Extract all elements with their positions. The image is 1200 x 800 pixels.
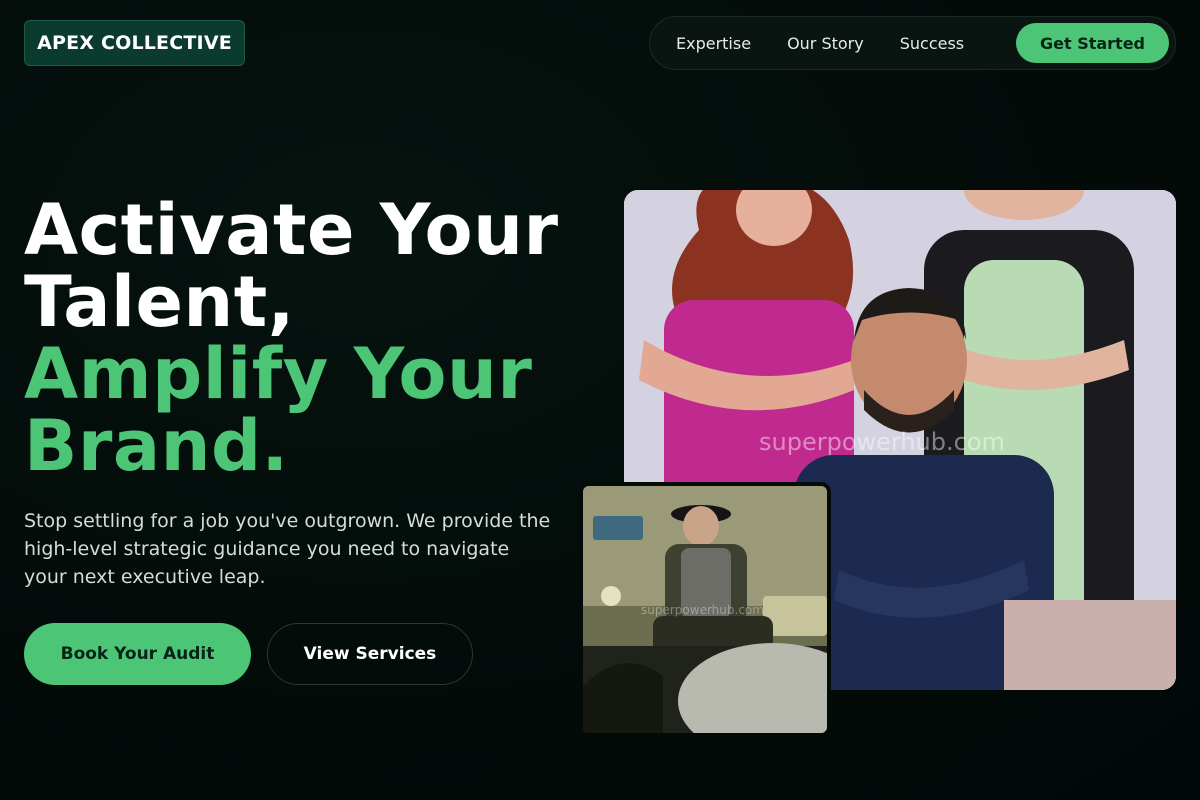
view-services-button[interactable]: View Services	[267, 623, 473, 685]
headline-accent-line-2: Brand.	[24, 405, 289, 487]
main-photo-watermark: superpowerhub.com	[759, 428, 1005, 456]
nav-link-our-story[interactable]: Our Story	[771, 34, 880, 53]
headline-line-2: Talent,	[24, 261, 295, 343]
top-nav: Expertise Our Story Success Get Started	[649, 16, 1176, 70]
brand-logo[interactable]: APEX COLLECTIVE	[24, 20, 245, 66]
headline-accent-line-1: Amplify Your	[24, 333, 533, 415]
headline-line-1: Activate Your	[24, 189, 559, 271]
book-audit-button[interactable]: Book Your Audit	[24, 623, 251, 685]
small-photo-watermark: superpowerhub.com	[641, 603, 764, 617]
hero-headline: Activate Your Talent, Amplify Your Brand…	[24, 194, 559, 482]
hero-subtext: Stop settling for a job you've outgrown.…	[24, 510, 551, 588]
nav-link-expertise[interactable]: Expertise	[660, 34, 767, 53]
carriage-photo: superpowerhub.com	[579, 482, 831, 737]
get-started-button[interactable]: Get Started	[1015, 23, 1169, 63]
nav-link-success[interactable]: Success	[884, 34, 980, 53]
